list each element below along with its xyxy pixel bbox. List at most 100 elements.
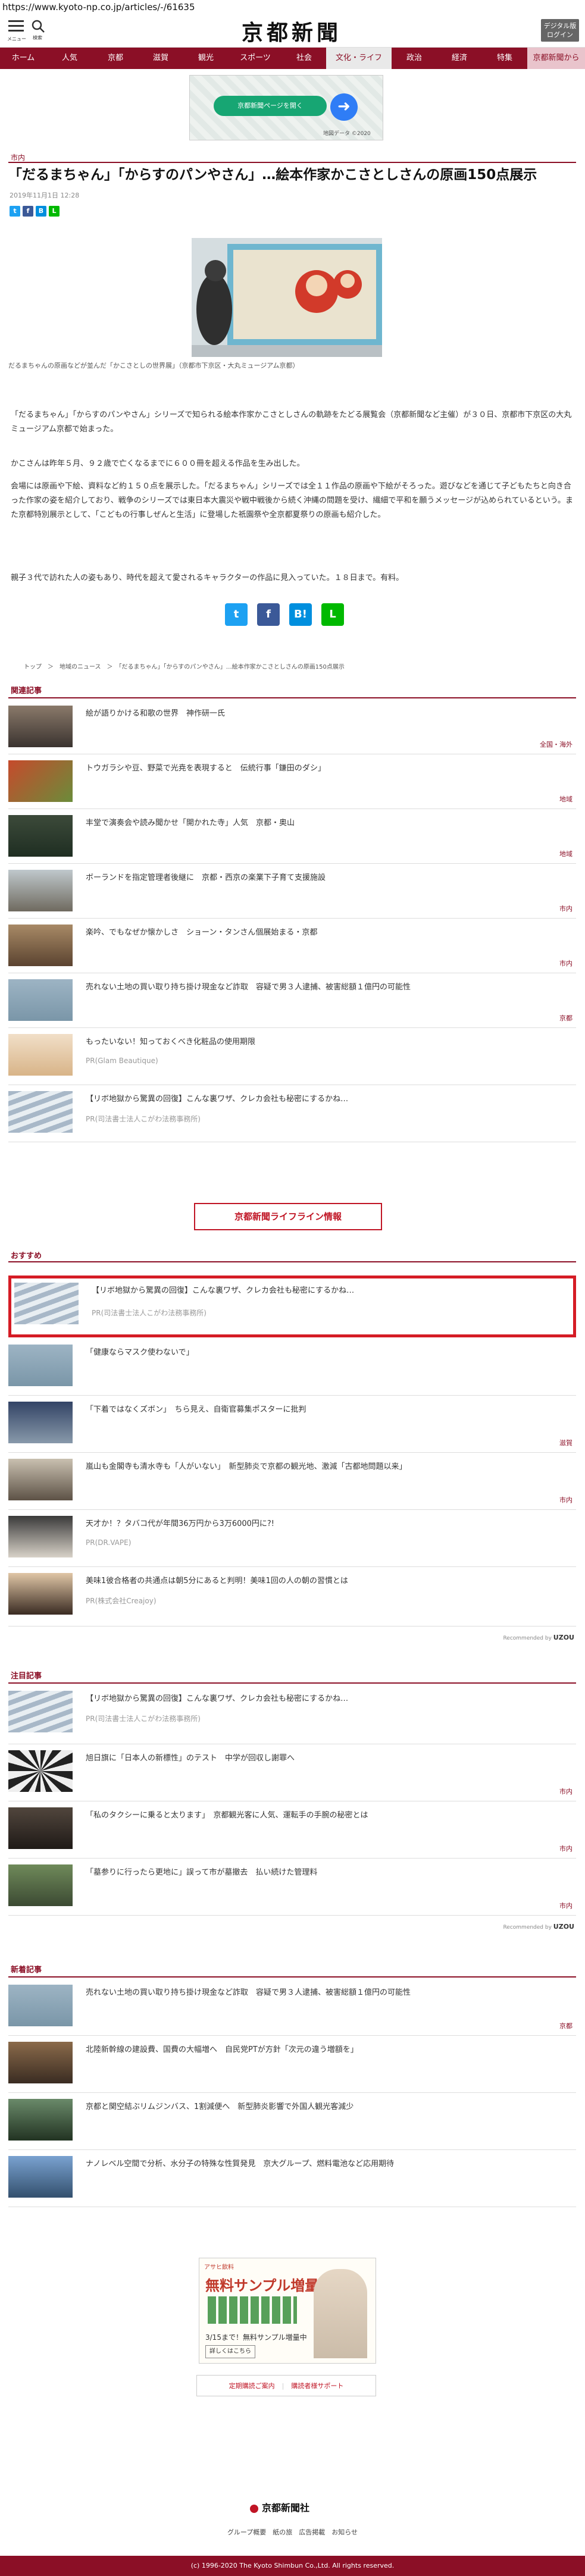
item-title[interactable]: 売れない土地の買い取り持ち掛け現金など詐取 容疑で男３人逮捕、被害総額１億円の可… <box>86 1987 562 1999</box>
item-title[interactable]: 【リボ地獄から驚異の回復】こんな裏ワザ、クレカ会社も秘密にするかね… <box>92 1285 568 1297</box>
hatena-share-button[interactable]: B! <box>289 603 312 626</box>
item-title[interactable]: 「墓参りに行ったら更地に」誤って市が墓撤去 払い続けた管理料 <box>86 1867 562 1879</box>
item-pr[interactable]: PR(DR.VAPE) <box>86 1538 131 1547</box>
item-pr[interactable]: PR(株式会社Creajoy) <box>86 1596 157 1606</box>
list-item[interactable]: 【リボ地獄から驚異の回復】こんな裏ワザ、クレカ会社も秘密にするかね… PR(司法… <box>8 1277 576 1336</box>
list-item[interactable]: 「健康ならマスク使わないで」 <box>8 1339 576 1396</box>
bottom-ad[interactable]: アサヒ飲料 無料サンプル増量中 3/15まで！無料サンプル増量中 詳しくはこちら <box>199 2258 376 2364</box>
item-title[interactable]: 楽吟、でもなぜか懐かしさ ショーン・タンさん個展始まる・京都 <box>86 927 562 939</box>
item-title[interactable]: 「健康ならマスク使わないで」 <box>86 1347 562 1359</box>
line-share-icon[interactable]: L <box>49 206 60 217</box>
item-title[interactable]: 天才か！？タバコ代が年間36万円から3万6000円に?! <box>86 1518 562 1530</box>
recommended-by[interactable]: Recommended by UZOU <box>503 1634 574 1641</box>
item-title[interactable]: トウガラシや豆、野菜で光尭を表現すると 伝統行事「鎌田のダシ」 <box>86 763 562 775</box>
list-item[interactable]: 北陸新幹線の建設費、国費の大幅増へ 自民党PTが方針「次元の違う増額を」 <box>8 2036 576 2093</box>
item-title[interactable]: もったいない！知っておくべき化粧品の使用期限 <box>86 1036 562 1048</box>
item-tag[interactable]: 市内 <box>559 958 573 968</box>
list-item[interactable]: 天才か！？タバコ代が年間36万円から3万6000円に?! PR(DR.VAPE) <box>8 1510 576 1567</box>
item-tag[interactable]: 滋賀 <box>559 1438 573 1447</box>
twitter-share-icon[interactable]: t <box>10 206 20 217</box>
list-item[interactable]: もったいない！知っておくべき化粧品の使用期限 PR(Glam Beautique… <box>8 1028 576 1085</box>
nav-item[interactable]: 経済 <box>437 48 482 69</box>
digital-login-button[interactable]: デジタル版ログイン <box>541 19 579 42</box>
ad-button[interactable]: 京都新聞ページを開く <box>214 96 327 116</box>
item-pr[interactable]: PR(司法書士法人こがわ法務事務所) <box>92 1308 207 1318</box>
list-item[interactable]: ナノレベル空間で分析、水分子の特殊な性質発見 京大グループ、燃料電池など応用期待 <box>8 2150 576 2207</box>
list-item[interactable]: 「私のタクシーに乗ると太ります」 京都観光客に人気、運転手の手腕の秘密とは 市内 <box>8 1801 576 1859</box>
item-pr[interactable]: PR(司法書士法人こがわ法務事務所) <box>86 1713 201 1723</box>
item-tag[interactable]: 市内 <box>559 1495 573 1505</box>
facebook-share-button[interactable]: f <box>257 603 280 626</box>
menu-button[interactable]: メニュー <box>7 20 26 42</box>
nav-item[interactable]: 観光 <box>183 48 229 69</box>
list-item[interactable]: トウガラシや豆、野菜で光尭を表現すると 伝統行事「鎌田のダシ」 地域 <box>8 754 576 809</box>
nav-item[interactable]: 社会 <box>282 48 326 69</box>
list-item[interactable]: 楽吟、でもなぜか懐かしさ ショーン・タンさん個展始まる・京都 市内 <box>8 919 576 973</box>
lifeline-button[interactable]: 京都新聞ライフライン情報 <box>194 1203 382 1230</box>
recommended-by[interactable]: Recommended by UZOU <box>503 1923 574 1931</box>
nav-item[interactable]: スポーツ <box>229 48 282 69</box>
list-item[interactable]: 「下着ではなくズボン」 ちら見え、自衛官募集ポスターに批判 滋賀 <box>8 1396 576 1453</box>
item-title[interactable]: ボーランドを指定管理者後継に 京都・西京の楽業下子育て支援施設 <box>86 872 562 884</box>
list-item[interactable]: 美味1彼合格者の共通点は朝5分にあると判明！美味1回の人の朝の習慣とは PR(株… <box>8 1567 576 1627</box>
nav-item-kyoto[interactable]: 京都新聞から <box>527 48 585 69</box>
ad-cta-button[interactable]: 詳しくはこちら <box>205 2345 255 2358</box>
list-item[interactable]: 京都と関空結ぶリムジンバス、1割減便へ 新型肺炎影響で外国人観光客減少 <box>8 2093 576 2150</box>
item-title[interactable]: 「私のタクシーに乗ると太ります」 京都観光客に人気、運転手の手腕の秘密とは <box>86 1810 562 1822</box>
hatena-share-icon[interactable]: B <box>36 206 46 217</box>
list-item[interactable]: 丰堂で演奏会や読み聞かせ「開かれた寺」人気 京都・奥山 地域 <box>8 809 576 864</box>
nav-item[interactable]: ホーム <box>0 48 46 69</box>
list-item[interactable]: 旭日旗に「日本人の新標性」のテスト 中学が回収し謝罪へ 市内 <box>8 1744 576 1801</box>
list-item[interactable]: ボーランドを指定管理者後継に 京都・西京の楽業下子育て支援施設 市内 <box>8 864 576 919</box>
nav-item[interactable]: 京都 <box>93 48 138 69</box>
nav-item[interactable]: 滋賀 <box>138 48 183 69</box>
breadcrumb[interactable]: トップ ＞ 地域のニュース ＞ 「だるまちゃん」「からすのパンやさん」…絵本作家… <box>24 662 345 670</box>
nav-item-active[interactable]: 文化・ライフ <box>326 48 392 69</box>
list-item[interactable]: 売れない土地の買い取り持ち掛け現金など詐取 容疑で男３人逮捕、被害総額１億円の可… <box>8 1979 576 2036</box>
item-title[interactable]: 丰堂で演奏会や読み聞かせ「開かれた寺」人気 京都・奥山 <box>86 817 562 829</box>
list-item[interactable]: 【リボ地獄から驚異の回復】こんな裏ワザ、クレカ会社も秘密にするかね… PR(司法… <box>8 1685 576 1744</box>
item-pr[interactable]: PR(司法書士法人こがわ法務事務所) <box>86 1114 201 1124</box>
facebook-share-icon[interactable]: f <box>23 206 33 217</box>
site-logo[interactable]: 京都新聞 <box>196 15 387 46</box>
list-item[interactable]: 売れない土地の買い取り持ち掛け現金など詐取 容疑で男３人逮捕、被害総額１億円の可… <box>8 973 576 1028</box>
nav-item[interactable]: 人気 <box>46 48 93 69</box>
item-title[interactable]: 【リボ地獄から驚異の回復】こんな裏ワザ、クレカ会社も秘密にするかね… <box>86 1093 562 1105</box>
search-button[interactable]: 検索 <box>31 19 48 40</box>
item-title[interactable]: ナノレベル空間で分析、水分子の特殊な性質発見 京大グループ、燃料電池など応用期待 <box>86 2158 562 2170</box>
item-title[interactable]: 売れない土地の買い取り持ち掛け現金など詐取 容疑で男３人逮捕、被害総額１億円の可… <box>86 982 562 994</box>
item-title[interactable]: 北陸新幹線の建設費、国費の大幅増へ 自民党PTが方針「次元の違う増額を」 <box>86 2044 562 2056</box>
list-item[interactable]: 絵が語りかける和歌の世界 神作研一氏 全国・海外 <box>8 700 576 754</box>
article-category[interactable]: 市内 <box>11 152 25 162</box>
nav-item[interactable]: 特集 <box>482 48 527 69</box>
item-title[interactable]: 京都と関空結ぶリムジンバス、1割減便へ 新型肺炎影響で外国人観光客減少 <box>86 2101 562 2113</box>
list-item[interactable]: 【リボ地獄から驚異の回復】こんな裏ワザ、クレカ会社も秘密にするかね… PR(司法… <box>8 1085 576 1142</box>
support-link[interactable]: 購読者様サポート <box>291 2381 343 2390</box>
item-title[interactable]: 美味1彼合格者の共通点は朝5分にあると判明！美味1回の人の朝の習慣とは <box>86 1575 562 1587</box>
item-tag[interactable]: 市内 <box>559 904 573 913</box>
item-title[interactable]: 旭日旗に「日本人の新標性」のテスト 中学が回収し謝罪へ <box>86 1753 562 1765</box>
nav-item[interactable]: 政治 <box>392 48 437 69</box>
item-title[interactable]: 嵐山も金閣寺も清水寺も「人がいない」 新型肺炎で京都の観光地、激減「古都地問題以… <box>86 1461 562 1473</box>
item-title[interactable]: 【リボ地獄から驚異の回復】こんな裏ワザ、クレカ会社も秘密にするかね… <box>86 1693 562 1705</box>
top-ad[interactable]: 京都新聞ページを開く ➜ 地図データ ©2020 <box>189 75 383 140</box>
footer-logo[interactable]: 京都新聞社 <box>250 2500 309 2514</box>
item-tag[interactable]: 市内 <box>559 1901 573 1910</box>
item-title[interactable]: 絵が語りかける和歌の世界 神作研一氏 <box>86 708 562 720</box>
line-share-button[interactable]: L <box>321 603 344 626</box>
twitter-share-button[interactable]: t <box>225 603 248 626</box>
list-item[interactable]: 「墓参りに行ったら更地に」誤って市が墓撤去 払い続けた管理料 市内 <box>8 1859 576 1916</box>
item-tag[interactable]: 地域 <box>559 849 573 858</box>
item-tag[interactable]: 京都 <box>559 1013 573 1023</box>
item-tag[interactable]: 全国・海外 <box>540 739 573 749</box>
list-item[interactable]: 嵐山も金閣寺も清水寺も「人がいない」 新型肺炎で京都の観光地、激減「古都地問題以… <box>8 1453 576 1510</box>
item-title[interactable]: 「下着ではなくズボン」 ちら見え、自衛官募集ポスターに批判 <box>86 1404 562 1416</box>
subscription-link[interactable]: 定期購読ご案内 <box>229 2381 275 2390</box>
item-tag[interactable]: 地域 <box>559 794 573 804</box>
item-tag[interactable]: 市内 <box>559 1787 573 1796</box>
item-tag[interactable]: 京都 <box>559 2021 573 2030</box>
address-bar[interactable]: https://www.kyoto-np.co.jp/articles/-/61… <box>0 0 585 14</box>
item-tag[interactable]: 市内 <box>559 1844 573 1853</box>
item-pr[interactable]: PR(Glam Beautique) <box>86 1057 158 1065</box>
directions-icon[interactable]: ➜ <box>330 93 358 121</box>
